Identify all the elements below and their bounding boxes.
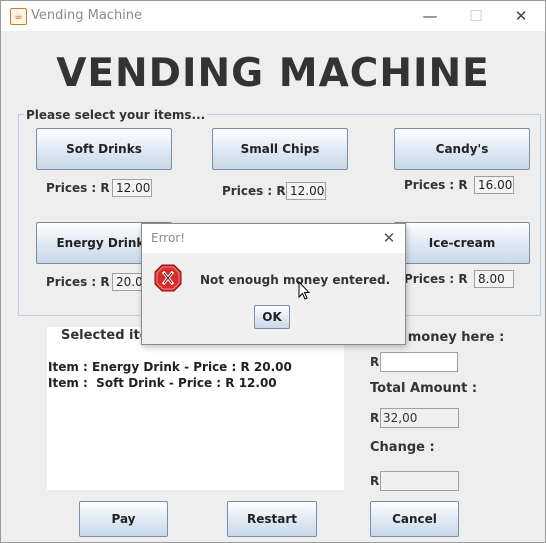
mouse-cursor-icon	[298, 280, 311, 301]
selected-item-line: Item : Energy Drink - Price : R 20.00	[48, 360, 292, 374]
maximize-button[interactable]: ☐	[453, 3, 499, 29]
small-chips-price-field: 12.00	[286, 182, 326, 200]
items-panel-label: Please select your items...	[24, 108, 208, 122]
dialog-message: Not enough money entered.	[200, 273, 391, 287]
energy-drinks-price-label: Prices : R	[46, 275, 110, 289]
page-title: VENDING MACHINE	[56, 51, 490, 96]
ice-cream-price-label: Prices : R	[404, 272, 468, 286]
dialog-close-button[interactable]: ✕	[378, 226, 400, 250]
ice-cream-price-field: 8.00	[474, 270, 514, 288]
candys-price-field: 16.00	[474, 176, 514, 194]
cancel-button[interactable]: Cancel	[370, 501, 459, 537]
change-field	[380, 471, 459, 491]
dialog-title: Error!	[151, 231, 186, 245]
change-label: Change :	[370, 440, 435, 455]
ok-button[interactable]: OK	[254, 305, 290, 329]
insert-money-label: t money here :	[397, 330, 505, 345]
small-chips-button[interactable]: Small Chips	[212, 128, 348, 170]
dialog-title-bar: Error! ✕	[142, 224, 405, 253]
insert-money-prefix: R	[370, 355, 380, 369]
title-bar: ☕ Vending Machine — ☐ ✕	[1, 1, 545, 31]
candys-price-label: Prices : R	[404, 178, 468, 192]
close-button[interactable]: ✕	[498, 3, 544, 29]
error-icon	[154, 264, 182, 292]
minimize-button[interactable]: —	[407, 3, 453, 29]
small-chips-price-label: Prices : R	[222, 184, 286, 198]
soft-drinks-button[interactable]: Soft Drinks	[36, 128, 172, 170]
candys-button[interactable]: Candy's	[394, 128, 530, 170]
soft-drinks-price-label: Prices : R	[46, 181, 110, 195]
total-amount-label: Total Amount :	[370, 381, 478, 396]
error-dialog: Error! ✕ Not enough money entered. OK	[141, 223, 406, 345]
total-amount-field: 32,00	[380, 408, 459, 428]
pay-button[interactable]: Pay	[79, 501, 168, 537]
selected-item-line: Item : Soft Drink - Price : R 12.00	[48, 376, 277, 390]
total-amount-prefix: R	[370, 411, 380, 425]
selected-items-area[interactable]	[47, 327, 344, 490]
window-title: Vending Machine	[31, 8, 143, 23]
restart-button[interactable]: Restart	[227, 501, 317, 537]
ice-cream-button[interactable]: Ice-cream	[394, 222, 530, 264]
insert-money-input[interactable]	[380, 352, 458, 372]
change-prefix: R	[370, 474, 380, 488]
soft-drinks-price-field: 12.00	[112, 179, 152, 197]
java-app-icon: ☕	[10, 8, 27, 25]
